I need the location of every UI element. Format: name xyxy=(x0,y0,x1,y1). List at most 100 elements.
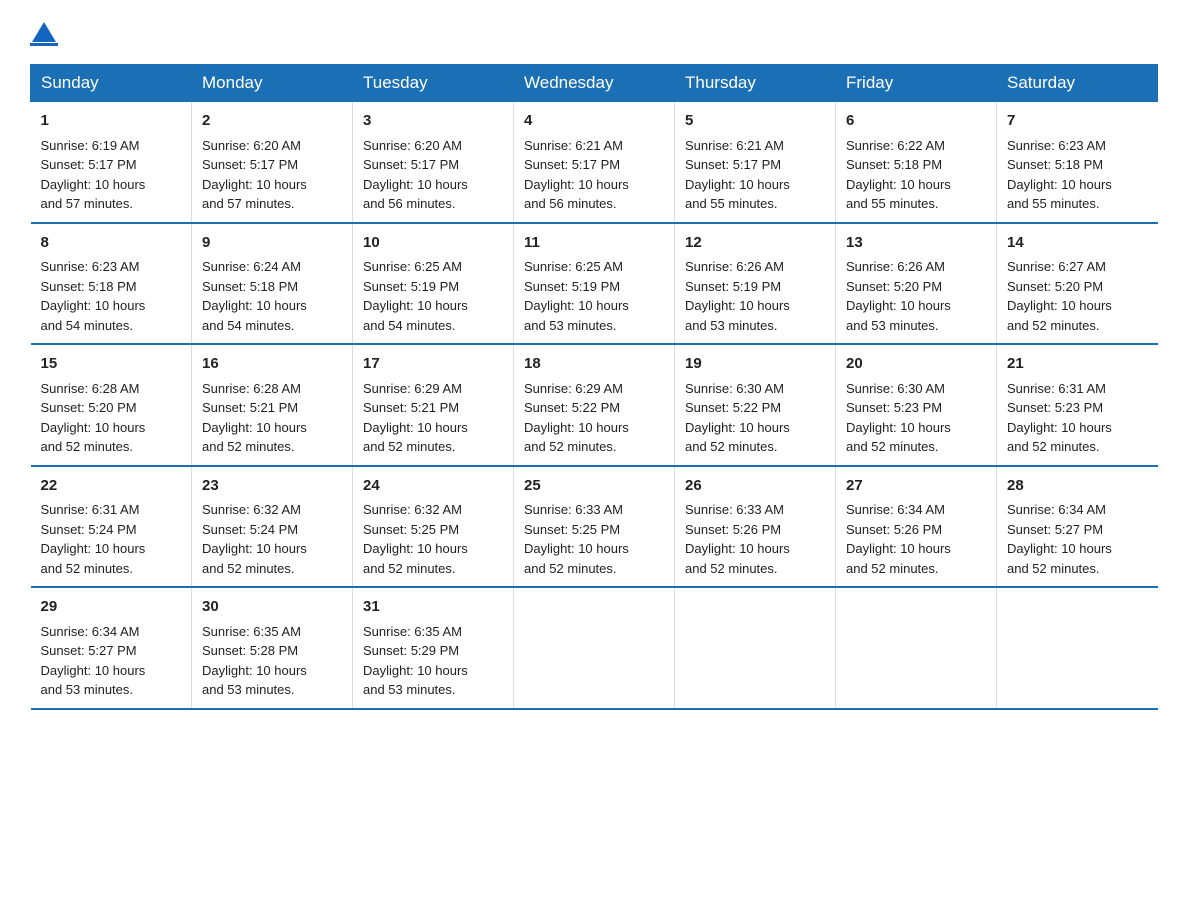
day-info: Sunrise: 6:24 AMSunset: 5:18 PMDaylight:… xyxy=(202,257,342,335)
day-info: Sunrise: 6:23 AMSunset: 5:18 PMDaylight:… xyxy=(1007,136,1148,214)
calendar-cell: 23Sunrise: 6:32 AMSunset: 5:24 PMDayligh… xyxy=(192,466,353,588)
day-number: 23 xyxy=(202,475,342,498)
day-info: Sunrise: 6:33 AMSunset: 5:25 PMDaylight:… xyxy=(524,500,664,578)
calendar-cell: 15Sunrise: 6:28 AMSunset: 5:20 PMDayligh… xyxy=(31,344,192,466)
day-info: Sunrise: 6:32 AMSunset: 5:25 PMDaylight:… xyxy=(363,500,503,578)
logo-triangle-icon xyxy=(32,22,56,42)
calendar-week-row: 8Sunrise: 6:23 AMSunset: 5:18 PMDaylight… xyxy=(31,223,1158,345)
calendar-cell: 24Sunrise: 6:32 AMSunset: 5:25 PMDayligh… xyxy=(353,466,514,588)
day-info: Sunrise: 6:32 AMSunset: 5:24 PMDaylight:… xyxy=(202,500,342,578)
weekday-header-sunday: Sunday xyxy=(31,65,192,102)
calendar-cell: 14Sunrise: 6:27 AMSunset: 5:20 PMDayligh… xyxy=(997,223,1158,345)
weekday-header-row: SundayMondayTuesdayWednesdayThursdayFrid… xyxy=(31,65,1158,102)
day-info: Sunrise: 6:31 AMSunset: 5:24 PMDaylight:… xyxy=(41,500,182,578)
calendar-cell: 7Sunrise: 6:23 AMSunset: 5:18 PMDaylight… xyxy=(997,102,1158,223)
day-number: 16 xyxy=(202,353,342,376)
day-number: 4 xyxy=(524,110,664,133)
calendar-cell: 11Sunrise: 6:25 AMSunset: 5:19 PMDayligh… xyxy=(514,223,675,345)
day-info: Sunrise: 6:35 AMSunset: 5:28 PMDaylight:… xyxy=(202,622,342,700)
calendar-cell xyxy=(514,587,675,709)
calendar-cell: 2 Sunrise: 6:20 AMSunset: 5:17 PMDaylight… xyxy=(192,102,353,223)
calendar-week-row: 15Sunrise: 6:28 AMSunset: 5:20 PMDayligh… xyxy=(31,344,1158,466)
day-number: 21 xyxy=(1007,353,1148,376)
day-number: 1 xyxy=(41,110,182,133)
calendar-cell xyxy=(836,587,997,709)
calendar-cell: 16 Sunrise: 6:28 AMSunset: 5:21 PMDayligh… xyxy=(192,344,353,466)
day-number: 9 xyxy=(202,232,342,255)
day-number: 19 xyxy=(685,353,825,376)
weekday-header-monday: Monday xyxy=(192,65,353,102)
day-number: 25 xyxy=(524,475,664,498)
calendar-cell xyxy=(997,587,1158,709)
calendar-cell: 8Sunrise: 6:23 AMSunset: 5:18 PMDaylight… xyxy=(31,223,192,345)
calendar-cell: 9Sunrise: 6:24 AMSunset: 5:18 PMDaylight… xyxy=(192,223,353,345)
calendar-cell: 29 Sunrise: 6:34 AMSunset: 5:27 PMDayligh… xyxy=(31,587,192,709)
day-number: 5 xyxy=(685,110,825,133)
day-info: Sunrise: 6:31 AMSunset: 5:23 PMDaylight:… xyxy=(1007,379,1148,457)
calendar-cell: 1 Sunrise: 6:19 AMSunset: 5:17 PMDaylight… xyxy=(31,102,192,223)
calendar-week-row: 29 Sunrise: 6:34 AMSunset: 5:27 PMDayligh… xyxy=(31,587,1158,709)
calendar-cell: 10Sunrise: 6:25 AMSunset: 5:19 PMDayligh… xyxy=(353,223,514,345)
weekday-header-tuesday: Tuesday xyxy=(353,65,514,102)
day-info: Sunrise: 6:26 AMSunset: 5:19 PMDaylight:… xyxy=(685,257,825,335)
day-info: Sunrise: 6:25 AMSunset: 5:19 PMDaylight:… xyxy=(524,257,664,335)
calendar-cell: 5 Sunrise: 6:21 AMSunset: 5:17 PMDaylight… xyxy=(675,102,836,223)
calendar-cell: 27Sunrise: 6:34 AMSunset: 5:26 PMDayligh… xyxy=(836,466,997,588)
calendar-table: SundayMondayTuesdayWednesdayThursdayFrid… xyxy=(30,64,1158,710)
calendar-cell: 4 Sunrise: 6:21 AMSunset: 5:17 PMDaylight… xyxy=(514,102,675,223)
day-number: 20 xyxy=(846,353,986,376)
day-info: Sunrise: 6:30 AMSunset: 5:22 PMDaylight:… xyxy=(685,379,825,457)
day-number: 6 xyxy=(846,110,986,133)
day-number: 14 xyxy=(1007,232,1148,255)
day-number: 15 xyxy=(41,353,182,376)
day-info: Sunrise: 6:34 AMSunset: 5:27 PMDaylight:… xyxy=(41,622,182,700)
calendar-cell: 20Sunrise: 6:30 AMSunset: 5:23 PMDayligh… xyxy=(836,344,997,466)
day-number: 26 xyxy=(685,475,825,498)
day-info: Sunrise: 6:27 AMSunset: 5:20 PMDaylight:… xyxy=(1007,257,1148,335)
day-info: Sunrise: 6:22 AMSunset: 5:18 PMDaylight:… xyxy=(846,136,986,214)
calendar-cell: 17Sunrise: 6:29 AMSunset: 5:21 PMDayligh… xyxy=(353,344,514,466)
calendar-cell: 26Sunrise: 6:33 AMSunset: 5:26 PMDayligh… xyxy=(675,466,836,588)
day-number: 10 xyxy=(363,232,503,255)
calendar-cell xyxy=(675,587,836,709)
day-number: 8 xyxy=(41,232,182,255)
day-number: 18 xyxy=(524,353,664,376)
calendar-cell: 19 Sunrise: 6:30 AMSunset: 5:22 PMDayligh… xyxy=(675,344,836,466)
day-info: Sunrise: 6:20 AMSunset: 5:17 PMDaylight:… xyxy=(363,136,503,214)
day-info: Sunrise: 6:20 AMSunset: 5:17 PMDaylight:… xyxy=(202,136,342,214)
weekday-header-wednesday: Wednesday xyxy=(514,65,675,102)
day-number: 22 xyxy=(41,475,182,498)
calendar-cell: 22Sunrise: 6:31 AMSunset: 5:24 PMDayligh… xyxy=(31,466,192,588)
day-number: 31 xyxy=(363,596,503,619)
calendar-cell: 6 Sunrise: 6:22 AMSunset: 5:18 PMDaylight… xyxy=(836,102,997,223)
day-number: 3 xyxy=(363,110,503,133)
weekday-header-thursday: Thursday xyxy=(675,65,836,102)
day-info: Sunrise: 6:34 AMSunset: 5:27 PMDaylight:… xyxy=(1007,500,1148,578)
day-info: Sunrise: 6:28 AMSunset: 5:21 PMDaylight:… xyxy=(202,379,342,457)
day-number: 30 xyxy=(202,596,342,619)
day-info: Sunrise: 6:21 AMSunset: 5:17 PMDaylight:… xyxy=(685,136,825,214)
calendar-cell: 18 Sunrise: 6:29 AMSunset: 5:22 PMDayligh… xyxy=(514,344,675,466)
calendar-cell: 31 Sunrise: 6:35 AMSunset: 5:29 PMDayligh… xyxy=(353,587,514,709)
day-number: 24 xyxy=(363,475,503,498)
day-info: Sunrise: 6:29 AMSunset: 5:22 PMDaylight:… xyxy=(524,379,664,457)
day-number: 27 xyxy=(846,475,986,498)
day-info: Sunrise: 6:26 AMSunset: 5:20 PMDaylight:… xyxy=(846,257,986,335)
day-info: Sunrise: 6:35 AMSunset: 5:29 PMDaylight:… xyxy=(363,622,503,700)
logo-underline xyxy=(30,43,58,46)
calendar-cell: 13Sunrise: 6:26 AMSunset: 5:20 PMDayligh… xyxy=(836,223,997,345)
page-header xyxy=(30,20,1158,46)
weekday-header-saturday: Saturday xyxy=(997,65,1158,102)
calendar-cell: 21 Sunrise: 6:31 AMSunset: 5:23 PMDayligh… xyxy=(997,344,1158,466)
day-info: Sunrise: 6:29 AMSunset: 5:21 PMDaylight:… xyxy=(363,379,503,457)
day-info: Sunrise: 6:21 AMSunset: 5:17 PMDaylight:… xyxy=(524,136,664,214)
day-number: 11 xyxy=(524,232,664,255)
day-info: Sunrise: 6:23 AMSunset: 5:18 PMDaylight:… xyxy=(41,257,182,335)
day-number: 29 xyxy=(41,596,182,619)
day-info: Sunrise: 6:33 AMSunset: 5:26 PMDaylight:… xyxy=(685,500,825,578)
day-info: Sunrise: 6:19 AMSunset: 5:17 PMDaylight:… xyxy=(41,136,182,214)
logo xyxy=(30,20,58,46)
calendar-cell: 25Sunrise: 6:33 AMSunset: 5:25 PMDayligh… xyxy=(514,466,675,588)
weekday-header-friday: Friday xyxy=(836,65,997,102)
day-number: 2 xyxy=(202,110,342,133)
